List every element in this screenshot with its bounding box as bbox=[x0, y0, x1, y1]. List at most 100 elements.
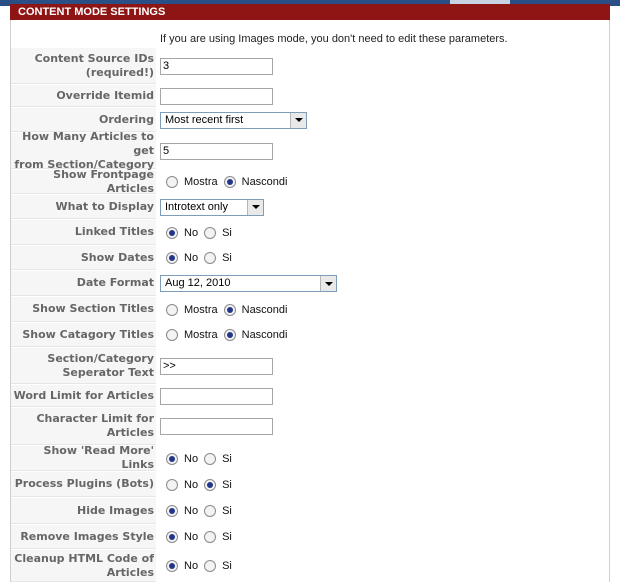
setting-row: Content Source IDs (required!) bbox=[11, 48, 609, 84]
setting-label-line: Seperator Text bbox=[62, 365, 155, 379]
text-input[interactable] bbox=[160, 142, 273, 160]
radio-button-no[interactable] bbox=[166, 560, 178, 572]
setting-label-line: Show Frontpage Articles bbox=[53, 167, 154, 195]
radio-option-label: Mostra bbox=[184, 303, 218, 316]
setting-label-line: Articles bbox=[106, 565, 154, 579]
setting-label-line: Word Limit for Articles bbox=[13, 388, 154, 402]
setting-label: Date Format bbox=[11, 271, 156, 296]
dropdown-value: Most recent first bbox=[165, 113, 244, 126]
setting-control bbox=[160, 408, 609, 445]
setting-label: Linked Titles bbox=[11, 220, 156, 245]
chevron-down-icon[interactable] bbox=[320, 276, 336, 291]
radio-button-si[interactable] bbox=[204, 452, 217, 465]
dropdown-select[interactable]: Most recent first bbox=[160, 111, 307, 129]
setting-control: Introtext only bbox=[160, 195, 609, 219]
radio-option-label: No bbox=[184, 560, 199, 572]
text-input[interactable] bbox=[160, 57, 273, 75]
setting-label: Cleanup HTML Code of Articles bbox=[11, 550, 156, 582]
setting-label: What to Display bbox=[11, 195, 156, 219]
setting-label-line: Remove Images Style bbox=[20, 529, 154, 543]
chevron-down-icon[interactable] bbox=[247, 199, 263, 215]
radio-option-label: Si bbox=[222, 478, 232, 491]
radio-button-no[interactable] bbox=[166, 531, 178, 543]
setting-label: Section/Category Seperator Text bbox=[11, 348, 156, 384]
radio-option-label: No bbox=[184, 478, 199, 491]
radio-button-nascondi[interactable] bbox=[223, 303, 236, 316]
setting-control bbox=[160, 85, 609, 107]
setting-label: Ordering bbox=[11, 108, 156, 132]
setting-row: What to Display Introtext only bbox=[11, 195, 609, 219]
text-input[interactable] bbox=[160, 357, 273, 375]
radio-button-no[interactable] bbox=[166, 226, 178, 239]
setting-row: Show Frontpage Articles Mostra Nascondi bbox=[11, 167, 609, 195]
setting-label: Word Limit for Articles bbox=[11, 385, 156, 407]
setting-label: Show Frontpage Articles bbox=[11, 167, 156, 195]
radio-button-si[interactable] bbox=[204, 478, 217, 491]
radio-option-label: Si bbox=[222, 505, 232, 517]
setting-label: Show Section Titles bbox=[11, 297, 156, 322]
setting-label: Process Plugins (Bots) bbox=[11, 472, 156, 497]
setting-row: Hide Images No Si bbox=[11, 498, 609, 524]
setting-control: No Si bbox=[160, 525, 609, 549]
radio-option-label: Nascondi bbox=[241, 176, 288, 188]
radio-option-label: Nascondi bbox=[241, 303, 288, 316]
text-input[interactable] bbox=[160, 387, 273, 405]
setting-label: Show Catagory Titles bbox=[11, 323, 156, 347]
setting-label: Remove Images Style bbox=[11, 525, 156, 549]
radio-button-si[interactable] bbox=[204, 505, 217, 517]
radio-option-label: No bbox=[184, 252, 199, 264]
setting-control: Mostra Nascondi bbox=[160, 323, 609, 347]
setting-label-line: Override Itemid bbox=[56, 88, 154, 102]
radio-option-label: No bbox=[184, 452, 199, 465]
dropdown-select[interactable]: Aug 12, 2010 bbox=[160, 275, 337, 292]
radio-button-mostra[interactable] bbox=[166, 176, 178, 188]
radio-button-nascondi[interactable] bbox=[223, 176, 236, 188]
radio-option-label: Si bbox=[222, 226, 232, 239]
dropdown-value: Aug 12, 2010 bbox=[165, 277, 231, 289]
setting-row: Date Format Aug 12, 2010 bbox=[11, 271, 609, 296]
setting-row: Override Itemid bbox=[11, 85, 609, 107]
setting-label-line: Process Plugins (Bots) bbox=[14, 477, 154, 490]
setting-label-line: Character Limit for bbox=[36, 412, 154, 425]
radio-option-label: Si bbox=[222, 560, 232, 572]
radio-option-label: Nascondi bbox=[241, 329, 288, 341]
setting-row: Show Catagory Titles Mostra Nascondi bbox=[11, 323, 609, 347]
chevron-down-icon[interactable] bbox=[290, 112, 306, 128]
radio-button-si[interactable] bbox=[204, 226, 217, 239]
dropdown-select[interactable]: Introtext only bbox=[160, 198, 264, 216]
setting-label-line: Articles bbox=[106, 426, 154, 439]
setting-row: Section/Category Seperator Text bbox=[11, 348, 609, 384]
setting-row: Process Plugins (Bots) No Si bbox=[11, 472, 609, 497]
setting-control bbox=[160, 133, 609, 169]
radio-option-label: No bbox=[184, 505, 199, 517]
setting-control: No Si bbox=[160, 472, 609, 497]
radio-button-si[interactable] bbox=[204, 252, 217, 264]
radio-option-label: No bbox=[184, 531, 199, 543]
section-header: CONTENT MODE SETTINGS bbox=[10, 4, 610, 20]
setting-row: Character Limit for Articles bbox=[11, 408, 609, 445]
setting-label-line: (required!) bbox=[85, 65, 154, 79]
radio-option-label: Mostra bbox=[184, 329, 218, 341]
radio-button-no[interactable] bbox=[166, 252, 178, 264]
radio-button-si[interactable] bbox=[204, 531, 217, 543]
text-input[interactable] bbox=[160, 418, 273, 435]
info-note: If you are using Images mode, you don't … bbox=[160, 33, 508, 45]
setting-control bbox=[160, 48, 609, 84]
setting-row: How Many Articles to get from Section/Cat… bbox=[11, 130, 609, 171]
setting-label-line: Date Format bbox=[76, 276, 154, 289]
text-input[interactable] bbox=[160, 87, 273, 105]
setting-control: No Si bbox=[160, 446, 609, 471]
radio-button-si[interactable] bbox=[204, 560, 217, 572]
radio-button-nascondi[interactable] bbox=[223, 329, 236, 341]
radio-button-no[interactable] bbox=[166, 478, 178, 491]
setting-label-line: Content Source IDs bbox=[34, 51, 154, 65]
setting-control: Mostra Nascondi bbox=[160, 297, 609, 322]
radio-button-mostra[interactable] bbox=[166, 303, 178, 316]
radio-button-no[interactable] bbox=[166, 452, 178, 465]
radio-button-mostra[interactable] bbox=[166, 329, 178, 341]
setting-label: Content Source IDs (required!) bbox=[11, 48, 156, 84]
setting-row: Show 'Read More' Links No Si bbox=[11, 444, 609, 471]
radio-button-no[interactable] bbox=[166, 505, 178, 517]
setting-row: Show Dates No Si bbox=[11, 246, 609, 270]
setting-row: Show Section Titles Mostra Nascondi bbox=[11, 297, 609, 322]
